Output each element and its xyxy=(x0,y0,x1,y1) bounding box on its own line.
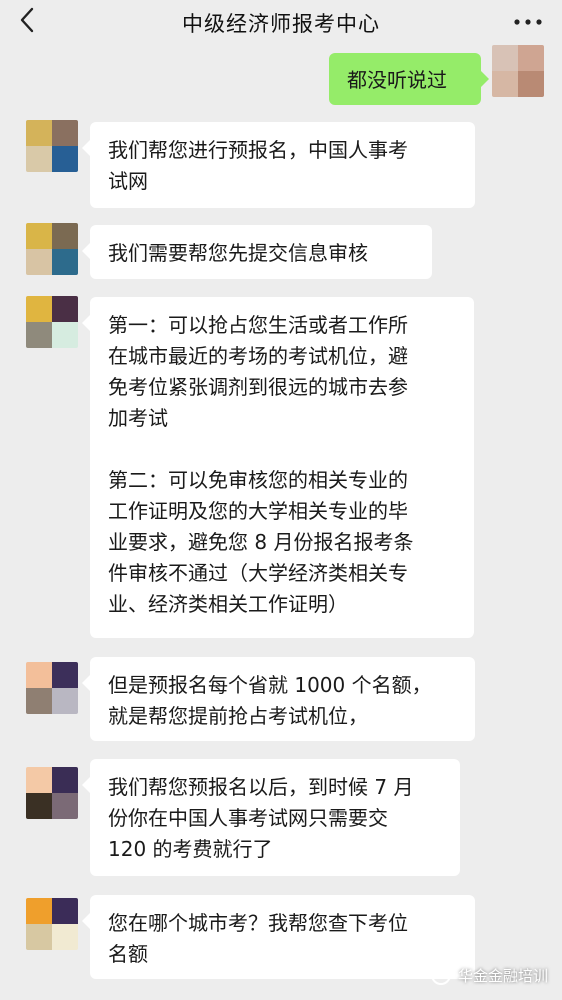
message-bubble-incoming[interactable]: 但是预报名每个省就 1000 个名额， 就是帮您提前抢占考试机位， xyxy=(82,657,475,741)
chat-header: 中级经济师报考中心 xyxy=(0,0,562,44)
message-bubble-incoming[interactable]: 我们需要帮您先提交信息审核 xyxy=(82,225,432,279)
avatar-contact[interactable] xyxy=(26,767,78,819)
avatar-contact[interactable] xyxy=(26,223,78,275)
more-dots-icon[interactable] xyxy=(512,10,544,34)
chat-title: 中级经济师报考中心 xyxy=(182,12,380,36)
avatar-self[interactable] xyxy=(492,45,544,97)
watermark-text: 华金金融培训 xyxy=(457,966,548,985)
avatar-contact[interactable] xyxy=(26,898,78,950)
message-bubble-incoming[interactable]: 您在哪个城市考？我帮您查下考位 名额 xyxy=(82,895,475,979)
message-bubble-incoming[interactable]: 我们帮您预报名以后，到时候 7 月 份你在中国人事考试网只需要交 120 的考费… xyxy=(82,759,460,876)
message-bubble-incoming[interactable]: 第一：可以抢占您生活或者工作所 在城市最近的考场的考试机位，避 免考位紧张调剂到… xyxy=(82,297,474,638)
watermark: 华金金融培训 xyxy=(430,964,548,986)
avatar-contact[interactable] xyxy=(26,296,78,348)
wechat-official-account-icon xyxy=(430,965,451,985)
message-text: 都没听说过 xyxy=(347,68,447,92)
message-bubble-incoming[interactable]: 我们帮您进行预报名，中国人事考 试网 xyxy=(82,122,475,208)
message-bubble-outgoing[interactable]: 都没听说过 xyxy=(329,53,489,105)
avatar-contact[interactable] xyxy=(26,120,78,172)
avatar-contact[interactable] xyxy=(26,662,78,714)
